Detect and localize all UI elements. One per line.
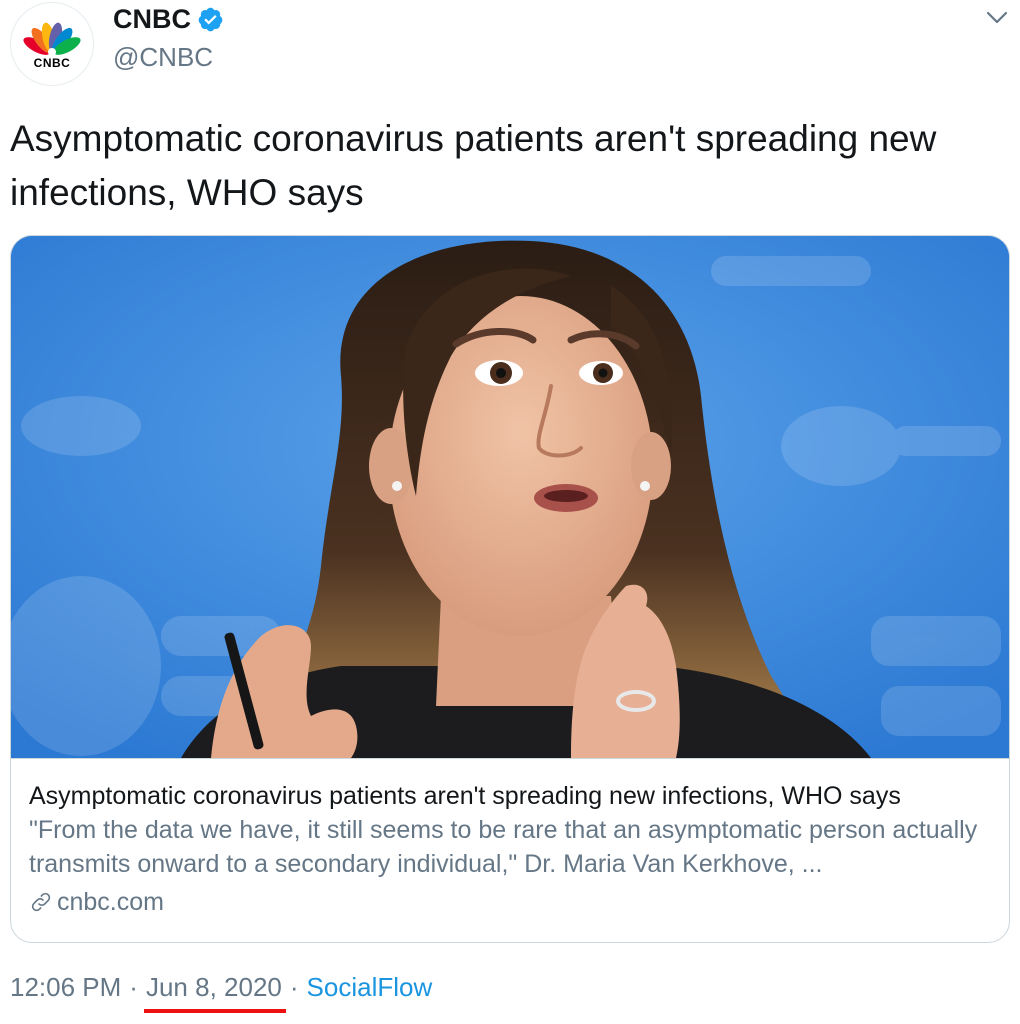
separator-dot: · <box>289 972 299 1002</box>
card-title: Asymptomatic coronavirus patients aren't… <box>29 782 901 810</box>
card-description: "From the data we have, it still seems t… <box>29 816 978 878</box>
author-avatar[interactable]: CNBC <box>10 2 94 86</box>
tweet-text: Asymptomatic coronavirus patients aren't… <box>10 118 937 213</box>
verified-badge-icon <box>198 7 223 32</box>
card-body: Asymptomatic coronavirus patients aren't… <box>11 758 1009 942</box>
avatar-logo-text: CNBC <box>33 56 71 70</box>
tweet-footer: 12:06 PM · Jun 8, 2020 · SocialFlow <box>10 972 433 1013</box>
card-photo <box>11 236 1009 758</box>
author-name[interactable]: CNBC <box>113 4 224 35</box>
tweet-page: CNBC CNBC @CNBC Asymptomatic coronavirus… <box>0 0 1020 1024</box>
author-handle[interactable]: @CNBC <box>113 42 213 73</box>
tweet-date[interactable]: Jun 8, 2020 <box>143 972 286 1013</box>
chevron-down-icon[interactable] <box>986 10 1008 26</box>
link-icon <box>31 892 51 912</box>
tweet-date-text: Jun 8, 2020 <box>145 972 282 1002</box>
author-name-text: CNBC <box>113 4 191 34</box>
date-highlight-underline <box>143 1009 286 1013</box>
tweet-time[interactable]: 12:06 PM <box>10 972 121 1003</box>
tweet-source-link[interactable]: SocialFlow <box>307 972 433 1003</box>
separator-dot: · <box>129 972 138 1002</box>
link-preview-card[interactable]: Asymptomatic coronavirus patients aren't… <box>10 235 1010 943</box>
peacock-logo-icon <box>23 22 81 56</box>
card-domain-text: cnbc.com <box>57 888 164 916</box>
news-photo-image <box>11 236 1009 758</box>
card-domain: cnbc.com <box>29 885 991 919</box>
